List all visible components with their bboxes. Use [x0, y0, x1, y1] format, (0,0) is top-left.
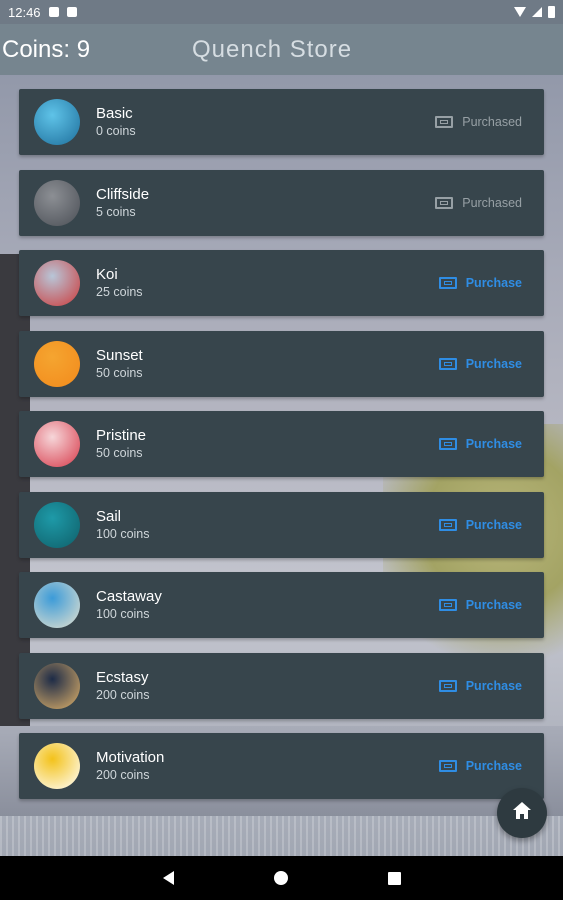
ticket-icon	[438, 277, 457, 289]
action-label: Purchase	[465, 437, 522, 451]
store-item-row[interactable]: Sail 100 coins Purchase	[19, 491, 544, 558]
notification-icon	[48, 7, 59, 17]
action-label: Purchased	[462, 115, 522, 129]
ticket-icon	[435, 196, 454, 209]
purchase-button[interactable]: Purchase	[438, 598, 522, 612]
action-label: Purchase	[465, 356, 522, 371]
item-thumbnail	[34, 743, 80, 789]
purchase-button[interactable]: Purchase	[438, 276, 522, 290]
home-icon	[513, 802, 531, 820]
system-nav-bar	[0, 856, 563, 900]
coin-balance: Coins: 9	[2, 35, 91, 63]
status-time: 12:46	[8, 4, 41, 20]
item-name: Castaway	[96, 588, 162, 605]
background-grass	[0, 816, 563, 856]
item-price: 100 coins	[96, 607, 150, 621]
store-item-row[interactable]: Castaway 100 coins Purchase	[19, 572, 544, 638]
store-item-row[interactable]: Basic 0 coins Purchased	[19, 89, 544, 155]
item-name: Sail	[96, 507, 122, 525]
item-name: Pristine	[96, 427, 147, 444]
store-item-row[interactable]: Koi 25 coins Purchase	[19, 250, 544, 316]
action-label: Purchase	[465, 517, 522, 532]
item-name: Ecstasy	[96, 668, 149, 686]
item-thumbnail	[34, 582, 80, 628]
battery-icon	[548, 6, 555, 18]
purchase-button[interactable]: Purchase	[438, 517, 522, 532]
action-label: Purchased	[462, 195, 522, 210]
purchased-status: Purchased	[435, 115, 522, 129]
store-item-row[interactable]: Sunset 50 coins Purchase	[19, 330, 544, 397]
purchase-button[interactable]: Purchase	[438, 437, 522, 451]
item-name: Motivation	[96, 749, 165, 766]
action-label: Purchase	[465, 759, 522, 773]
item-price: 200 coins	[96, 687, 150, 702]
store-item-row[interactable]: Pristine 50 coins Purchase	[19, 411, 544, 477]
nav-back-icon[interactable]	[162, 871, 174, 885]
purchase-button[interactable]: Purchase	[438, 356, 522, 371]
wifi-icon	[514, 7, 526, 17]
item-price: 100 coins	[96, 526, 150, 541]
store-item-row[interactable]: Motivation 200 coins Purchase	[19, 733, 544, 799]
ticket-icon	[438, 599, 457, 611]
item-price: 0 coins	[96, 124, 136, 138]
store-item-row[interactable]: Ecstasy 200 coins Purchase	[19, 652, 544, 719]
status-bar: 12:46	[0, 0, 563, 24]
item-price: 50 coins	[96, 365, 143, 380]
item-price: 50 coins	[96, 446, 143, 460]
item-name: Cliffside	[96, 185, 150, 203]
nav-home-icon[interactable]	[273, 871, 288, 885]
ticket-icon	[438, 438, 457, 450]
item-thumbnail	[34, 421, 80, 467]
nav-recents-icon[interactable]	[387, 871, 401, 885]
store-item-list: Basic 0 coins Purchased Cliffside 5 coins Pur…	[19, 89, 544, 814]
item-thumbnail	[34, 662, 80, 709]
ticket-icon	[435, 116, 454, 128]
item-thumbnail	[34, 179, 80, 226]
purchase-button[interactable]: Purchase	[438, 678, 522, 693]
item-thumbnail	[34, 501, 80, 548]
page-title: Quench Store	[192, 35, 353, 63]
item-price: 25 coins	[96, 285, 143, 299]
app-header: Coins: 9 Quench Store	[0, 24, 563, 75]
ticket-icon	[438, 679, 457, 692]
item-name: Koi	[96, 266, 118, 283]
item-price: 5 coins	[96, 204, 136, 219]
purchase-button[interactable]: Purchase	[438, 759, 522, 773]
ticket-icon	[438, 518, 457, 531]
sd-card-icon	[66, 7, 77, 17]
item-thumbnail	[34, 99, 80, 145]
item-name: Basic	[96, 105, 133, 122]
ticket-icon	[438, 760, 457, 772]
ticket-icon	[438, 357, 457, 370]
item-name: Sunset	[96, 346, 143, 364]
item-thumbnail	[34, 260, 80, 306]
item-price: 200 coins	[96, 768, 150, 782]
item-thumbnail	[34, 340, 80, 387]
cell-signal-icon	[532, 7, 542, 17]
action-label: Purchase	[465, 598, 522, 612]
purchased-status: Purchased	[435, 196, 522, 210]
store-item-row[interactable]: Cliffside 5 coins Purchased	[19, 169, 544, 236]
action-label: Purchase	[465, 276, 522, 290]
home-button[interactable]	[497, 788, 547, 838]
action-label: Purchase	[465, 678, 522, 693]
